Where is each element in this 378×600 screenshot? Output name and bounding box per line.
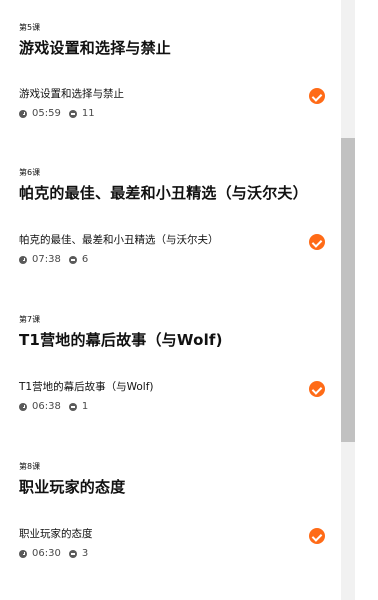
lesson-header: 第6课 帕克的最佳、最差和小丑精选（与沃尔夫） (19, 168, 329, 203)
lesson-video-item[interactable]: T1营地的幕后故事（与Wolf) 06:38 1 (19, 381, 325, 415)
video-title: 帕克的最佳、最差和小丑精选（与沃尔夫） (19, 234, 219, 246)
video-duration: 05:59 (32, 108, 61, 119)
vertical-scrollbar[interactable] (341, 0, 355, 600)
comment-icon (68, 550, 77, 558)
comment-count: 1 (81, 401, 89, 412)
check-circle-icon (309, 234, 325, 250)
lesson-number: 第5课 (19, 23, 41, 32)
lesson-video-item[interactable]: 游戏设置和选择与禁止 05:59 11 (19, 88, 325, 122)
lesson-title: 游戏设置和选择与禁止 (19, 39, 172, 57)
check-circle-icon (309, 88, 325, 104)
lesson-title: T1营地的幕后故事（与Wolf) (19, 331, 223, 349)
clock-icon (19, 110, 27, 118)
lesson-number: 第7课 (19, 315, 41, 324)
right-gutter (355, 0, 378, 600)
clock-icon (19, 550, 27, 558)
comment-icon (68, 403, 77, 411)
lesson-title: 帕克的最佳、最差和小丑精选（与沃尔夫） (19, 184, 308, 202)
video-title: 游戏设置和选择与禁止 (19, 88, 124, 100)
video-title: T1营地的幕后故事（与Wolf) (19, 381, 154, 393)
video-duration: 06:38 (32, 401, 61, 412)
lesson-number: 第6课 (19, 168, 41, 177)
comment-icon (68, 256, 77, 264)
lesson-list: 第5课 游戏设置和选择与禁止 游戏设置和选择与禁止 05:59 11 第6课 帕… (0, 0, 341, 600)
video-meta: 06:38 1 (19, 401, 88, 413)
lesson-header: 第8课 职业玩家的态度 (19, 462, 329, 497)
check-circle-icon (309, 528, 325, 544)
clock-icon (19, 403, 27, 411)
course-lesson-panel: 第5课 游戏设置和选择与禁止 游戏设置和选择与禁止 05:59 11 第6课 帕… (0, 0, 378, 600)
comment-count: 3 (81, 548, 89, 559)
check-circle-icon (309, 381, 325, 397)
video-meta: 05:59 11 (19, 108, 95, 120)
lesson-header: 第7课 T1营地的幕后故事（与Wolf) (19, 315, 329, 350)
lesson-number: 第8课 (19, 462, 41, 471)
video-title: 职业玩家的态度 (19, 528, 93, 540)
video-duration: 07:38 (32, 254, 61, 265)
lesson-header: 第5课 游戏设置和选择与禁止 (19, 23, 329, 58)
scrollbar-thumb[interactable] (341, 138, 355, 442)
clock-icon (19, 256, 27, 264)
lesson-video-item[interactable]: 职业玩家的态度 06:30 3 (19, 528, 325, 562)
comment-count: 11 (81, 108, 95, 119)
lesson-title: 职业玩家的态度 (19, 478, 126, 496)
comment-icon (68, 110, 77, 118)
video-meta: 07:38 6 (19, 254, 88, 266)
lesson-video-item[interactable]: 帕克的最佳、最差和小丑精选（与沃尔夫） 07:38 6 (19, 234, 325, 268)
comment-count: 6 (81, 254, 89, 265)
video-duration: 06:30 (32, 548, 61, 559)
video-meta: 06:30 3 (19, 548, 88, 560)
